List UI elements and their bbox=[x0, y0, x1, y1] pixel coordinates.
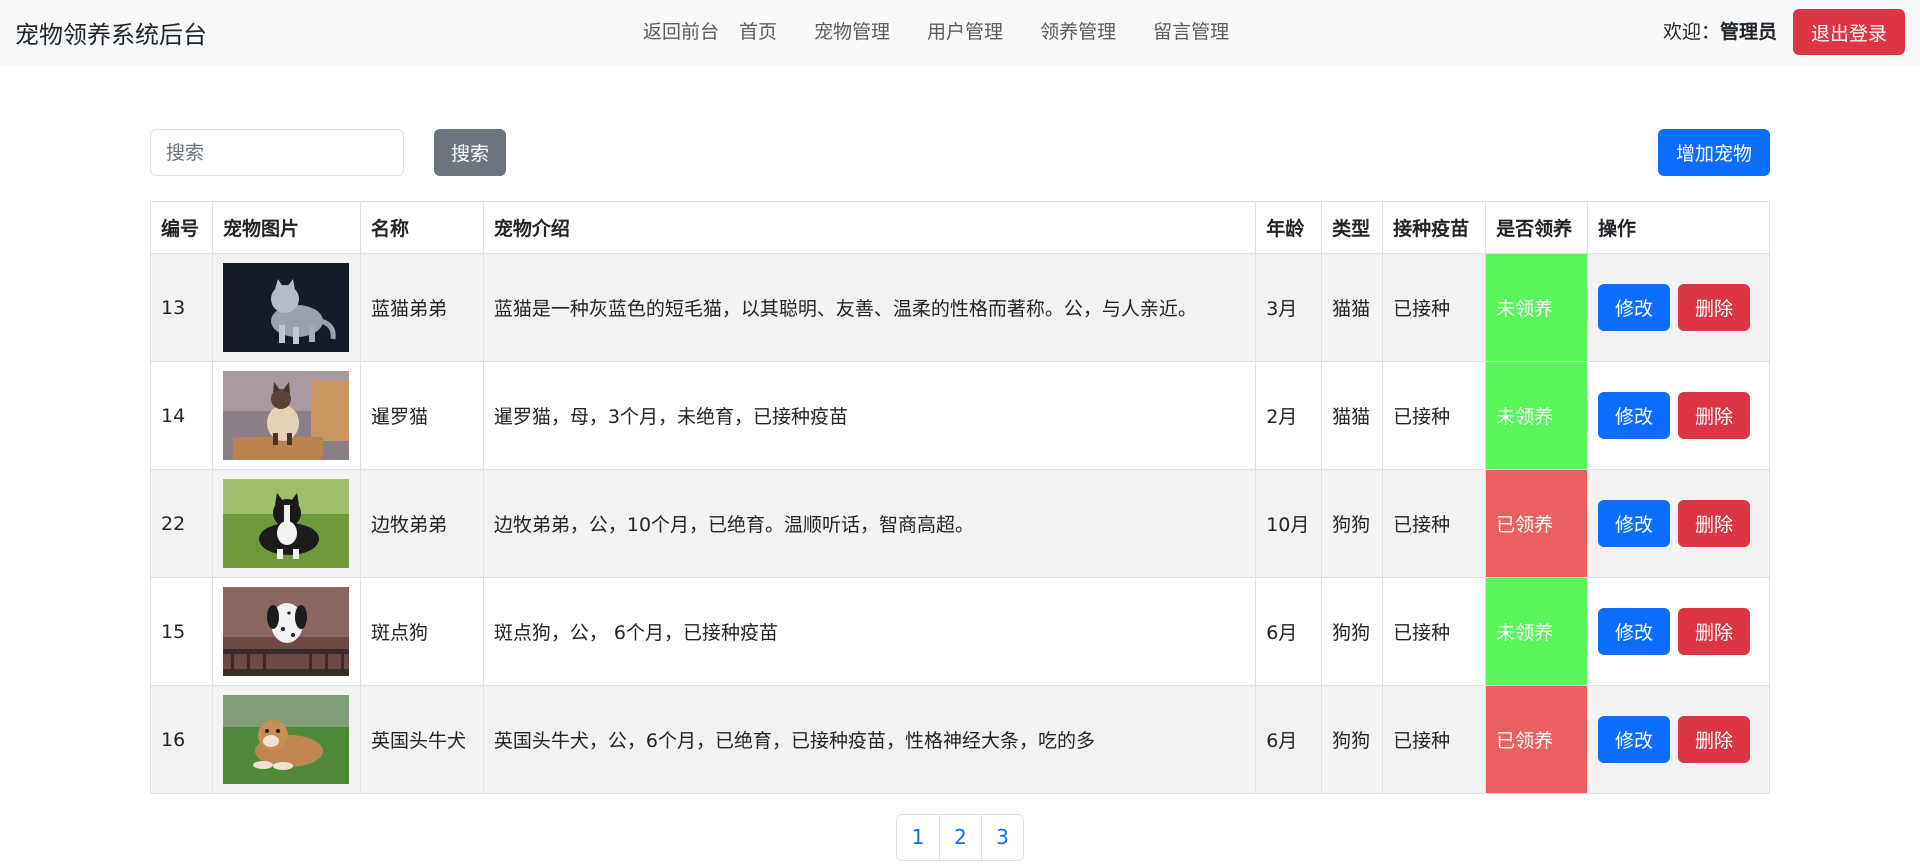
cell-id: 13 bbox=[150, 253, 213, 362]
nav-home[interactable]: 首页 bbox=[739, 17, 777, 44]
cell-vaccine: 已接种 bbox=[1382, 685, 1487, 794]
edit-button[interactable]: 修改 bbox=[1598, 716, 1671, 763]
top-navbar: 宠物领养系统后台 返回前台 首页 宠物管理 用户管理 领养管理 留言管理 欢迎：… bbox=[0, 0, 1920, 66]
col-header-name: 名称 bbox=[359, 201, 484, 254]
cell-type: 狗狗 bbox=[1321, 577, 1384, 686]
border-collie-photo bbox=[222, 479, 349, 568]
table-header-row: 编号 宠物图片 名称 宠物介绍 年龄 类型 接种疫苗 是否领养 操作 bbox=[150, 201, 1770, 254]
col-header-actions: 操作 bbox=[1587, 201, 1770, 254]
cell-vaccine: 已接种 bbox=[1382, 361, 1487, 470]
cell-age: 6月 bbox=[1255, 577, 1323, 686]
search-input[interactable] bbox=[150, 129, 404, 176]
table-row: 14 暹罗猫 暹罗猫，母，3个月，未绝育，已接种疫苗 2月 猫猫 已接种 未领养… bbox=[150, 361, 1770, 470]
cell-vaccine: 已接种 bbox=[1382, 469, 1487, 578]
table-row: 22 边牧弟弟 边牧弟弟，公，10个月，已绝育。温顺听话，智商高超。 10月 狗… bbox=[150, 469, 1770, 578]
cell-actions: 修改 删除 bbox=[1587, 361, 1770, 470]
adoption-status-badge: 已领养 bbox=[1485, 685, 1589, 794]
pagination: 1 2 3 bbox=[896, 814, 1024, 861]
welcome-text: 欢迎：管理员 bbox=[1663, 17, 1777, 44]
adoption-status-badge: 已领养 bbox=[1485, 469, 1589, 578]
cell-intro: 边牧弟弟，公，10个月，已绝育。温顺听话，智商高超。 bbox=[482, 469, 1257, 578]
page-link-2[interactable]: 2 bbox=[939, 815, 981, 860]
cell-actions: 修改 删除 bbox=[1587, 469, 1770, 578]
cell-name: 边牧弟弟 bbox=[359, 469, 484, 578]
table-row: 15 斑点狗 斑点狗，公， 6个月，已接种疫苗 6月 狗狗 已接种 未领养 修改… bbox=[150, 577, 1770, 686]
cell-age: 6月 bbox=[1255, 685, 1323, 794]
cell-id: 22 bbox=[150, 469, 213, 578]
siamese-cat-photo bbox=[222, 371, 349, 460]
current-user: 管理员 bbox=[1720, 21, 1778, 43]
cell-image bbox=[211, 361, 361, 470]
delete-button[interactable]: 删除 bbox=[1678, 284, 1751, 331]
adoption-status-badge: 未领养 bbox=[1485, 361, 1589, 470]
cell-id: 14 bbox=[150, 361, 213, 470]
cell-name: 英国头牛犬 bbox=[359, 685, 484, 794]
cell-image bbox=[211, 577, 361, 686]
cell-intro: 斑点狗，公， 6个月，已接种疫苗 bbox=[482, 577, 1257, 686]
adoption-status-badge: 未领养 bbox=[1485, 253, 1589, 362]
edit-button[interactable]: 修改 bbox=[1598, 608, 1671, 655]
col-header-age: 年龄 bbox=[1255, 201, 1323, 254]
search-button[interactable]: 搜索 bbox=[434, 129, 506, 176]
table-row: 13 蓝猫弟弟 蓝猫是一种灰蓝色的短毛猫，以其聪明、友善、温柔的性格而著称。公，… bbox=[150, 253, 1770, 362]
dalmatian-photo bbox=[222, 587, 349, 676]
col-header-vaccine: 接种疫苗 bbox=[1382, 201, 1487, 254]
cell-age: 3月 bbox=[1255, 253, 1323, 362]
cell-type: 狗狗 bbox=[1321, 469, 1384, 578]
add-pet-button[interactable]: 增加宠物 bbox=[1658, 129, 1770, 176]
cell-intro: 暹罗猫，母，3个月，未绝育，已接种疫苗 bbox=[482, 361, 1257, 470]
nav-user-management[interactable]: 用户管理 bbox=[927, 17, 1003, 44]
cell-vaccine: 已接种 bbox=[1382, 253, 1487, 362]
cell-vaccine: 已接种 bbox=[1382, 577, 1487, 686]
cell-image bbox=[211, 469, 361, 578]
col-header-image: 宠物图片 bbox=[211, 201, 361, 254]
cell-actions: 修改 删除 bbox=[1587, 685, 1770, 794]
col-header-type: 类型 bbox=[1321, 201, 1384, 254]
cell-actions: 修改 删除 bbox=[1587, 253, 1770, 362]
brand-title[interactable]: 宠物领养系统后台 bbox=[15, 15, 207, 50]
nav-message-management[interactable]: 留言管理 bbox=[1153, 17, 1229, 44]
cell-intro: 英国头牛犬，公，6个月，已绝育，已接种疫苗，性格神经大条，吃的多 bbox=[482, 685, 1257, 794]
main-nav: 返回前台 首页 宠物管理 用户管理 领养管理 留言管理 bbox=[643, 17, 1229, 44]
cell-name: 暹罗猫 bbox=[359, 361, 484, 470]
cell-image bbox=[211, 685, 361, 794]
col-header-id: 编号 bbox=[150, 201, 213, 254]
col-header-adopted: 是否领养 bbox=[1485, 201, 1589, 254]
nav-back-to-front[interactable]: 返回前台 bbox=[643, 17, 719, 44]
delete-button[interactable]: 删除 bbox=[1678, 500, 1751, 547]
cell-name: 蓝猫弟弟 bbox=[359, 253, 484, 362]
nav-adoption-management[interactable]: 领养管理 bbox=[1040, 17, 1116, 44]
pet-table: 编号 宠物图片 名称 宠物介绍 年龄 类型 接种疫苗 是否领养 操作 13 蓝猫… bbox=[150, 201, 1770, 794]
cell-intro: 蓝猫是一种灰蓝色的短毛猫，以其聪明、友善、温柔的性格而著称。公，与人亲近。 bbox=[482, 253, 1257, 362]
cell-type: 猫猫 bbox=[1321, 361, 1384, 470]
logout-button[interactable]: 退出登录 bbox=[1793, 9, 1905, 55]
cell-actions: 修改 删除 bbox=[1587, 577, 1770, 686]
bulldog-photo bbox=[222, 695, 349, 784]
edit-button[interactable]: 修改 bbox=[1598, 392, 1671, 439]
cell-type: 猫猫 bbox=[1321, 253, 1384, 362]
table-row: 16 英国头牛犬 英国头牛犬，公，6个月，已绝育，已接种疫苗，性格神经大条，吃的… bbox=[150, 685, 1770, 794]
cell-id: 16 bbox=[150, 685, 213, 794]
nav-pet-management[interactable]: 宠物管理 bbox=[814, 17, 890, 44]
delete-button[interactable]: 删除 bbox=[1678, 392, 1751, 439]
cell-id: 15 bbox=[150, 577, 213, 686]
cell-age: 10月 bbox=[1255, 469, 1323, 578]
gray-cat-photo bbox=[222, 263, 349, 352]
delete-button[interactable]: 删除 bbox=[1678, 608, 1751, 655]
page-link-3[interactable]: 3 bbox=[981, 815, 1023, 860]
edit-button[interactable]: 修改 bbox=[1598, 500, 1671, 547]
delete-button[interactable]: 删除 bbox=[1678, 716, 1751, 763]
col-header-intro: 宠物介绍 bbox=[482, 201, 1257, 254]
edit-button[interactable]: 修改 bbox=[1598, 284, 1671, 331]
cell-type: 狗狗 bbox=[1321, 685, 1384, 794]
page-link-1[interactable]: 1 bbox=[897, 815, 939, 860]
cell-age: 2月 bbox=[1255, 361, 1323, 470]
cell-image bbox=[211, 253, 361, 362]
cell-name: 斑点狗 bbox=[359, 577, 484, 686]
adoption-status-badge: 未领养 bbox=[1485, 577, 1589, 686]
welcome-prefix: 欢迎： bbox=[1663, 21, 1721, 43]
